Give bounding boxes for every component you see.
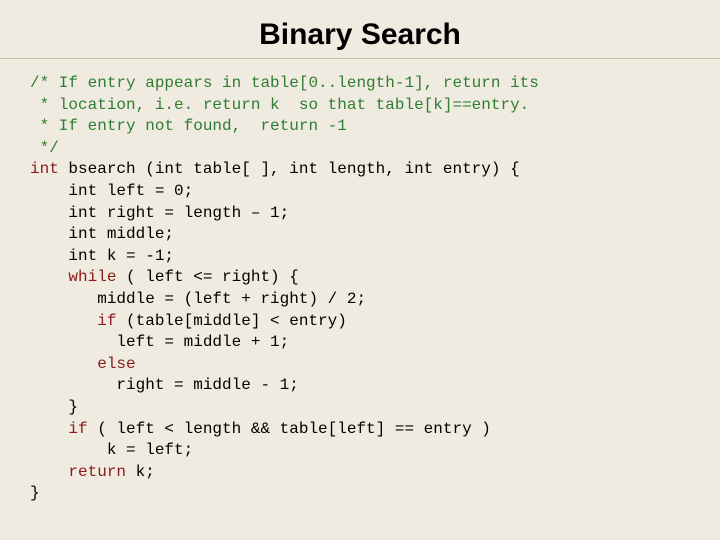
- code-text: k = left;: [30, 441, 193, 459]
- code-text: }: [30, 484, 40, 502]
- code-text: [30, 463, 68, 481]
- code-text: int middle;: [30, 225, 174, 243]
- code-text: int k = -1;: [30, 247, 174, 265]
- keyword-if: if: [68, 420, 87, 438]
- keyword-int: int: [30, 160, 59, 178]
- code-block: /* If entry appears in table[0..length-1…: [0, 59, 720, 505]
- code-text: }: [30, 398, 78, 416]
- code-text: left = middle + 1;: [30, 333, 289, 351]
- keyword-else: else: [97, 355, 135, 373]
- code-text: ( left <= right) {: [116, 268, 298, 286]
- comment-line: /* If entry appears in table[0..length-1…: [30, 74, 539, 92]
- code-text: [30, 312, 97, 330]
- slide: Binary Search /* If entry appears in tab…: [0, 0, 720, 540]
- comment-line: * location, i.e. return k so that table[…: [30, 96, 529, 114]
- keyword-return: return: [68, 463, 126, 481]
- comment-line: * If entry not found, return -1: [30, 117, 347, 135]
- code-text: (table[middle] < entry): [116, 312, 346, 330]
- code-text: right = middle - 1;: [30, 376, 299, 394]
- code-text: [30, 420, 68, 438]
- code-text: middle = (left + right) / 2;: [30, 290, 366, 308]
- code-text: int left = 0;: [30, 182, 193, 200]
- keyword-while: while: [68, 268, 116, 286]
- keyword-if: if: [97, 312, 116, 330]
- slide-title: Binary Search: [0, 0, 720, 59]
- code-text: k;: [126, 463, 155, 481]
- code-text: [30, 355, 97, 373]
- code-text: ( left < length && table[left] == entry …: [88, 420, 491, 438]
- code-text: [30, 268, 68, 286]
- code-text: int right = length – 1;: [30, 204, 289, 222]
- comment-line: */: [30, 139, 59, 157]
- code-text: bsearch (int table[ ], int length, int e…: [59, 160, 520, 178]
